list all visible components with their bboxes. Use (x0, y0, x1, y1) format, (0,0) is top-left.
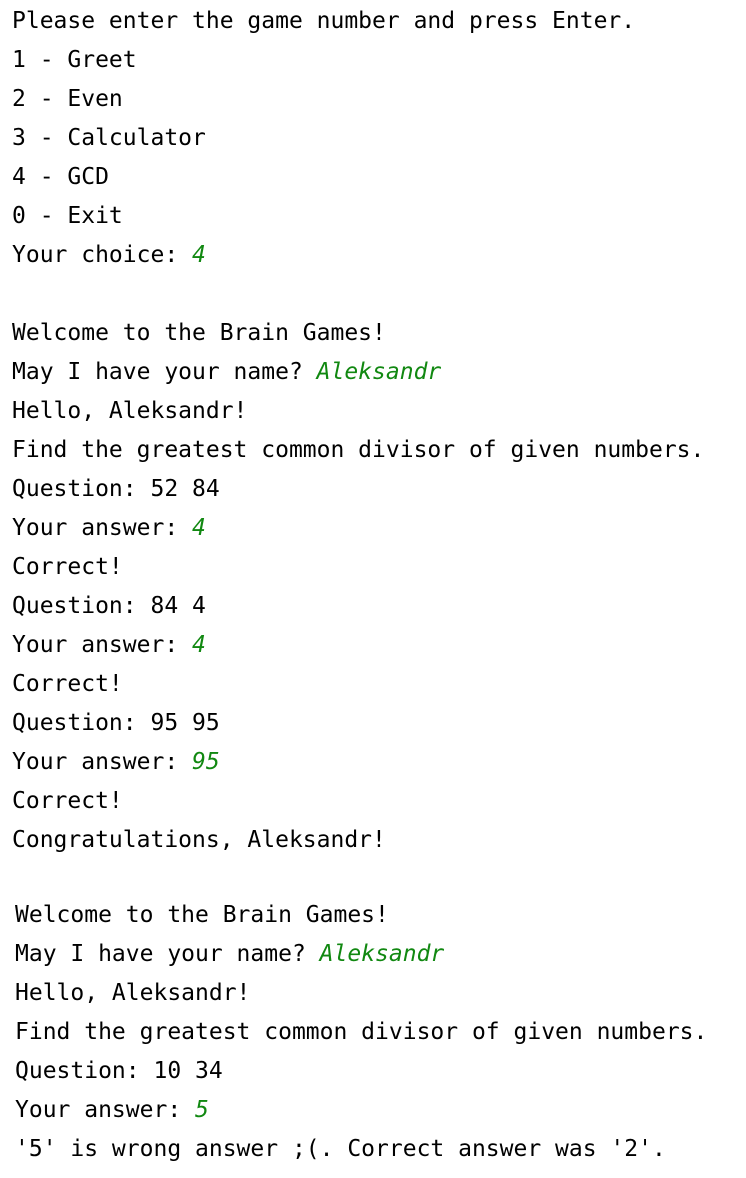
menu-option-calculator: 3 - Calculator (12, 125, 206, 151)
answer-line: Your answer: 4 (12, 509, 704, 548)
name-line: May I have your name? Aleksandr (12, 353, 704, 392)
question-text: Question: 52 84 (12, 476, 220, 502)
question-text: Question: 84 4 (12, 593, 206, 619)
choice-label: Your choice: (12, 242, 193, 268)
answer-label: Your answer: (15, 1097, 196, 1123)
answer-line: Your answer: 5 (15, 1091, 707, 1130)
name-prompt: May I have your name? (15, 941, 320, 967)
answer-label: Your answer: (12, 515, 193, 541)
question-text: Question: 10 34 (15, 1058, 223, 1084)
answer-line: Your answer: 95 (12, 743, 704, 782)
answer-label: Your answer: (12, 632, 193, 658)
rules-text: Find the greatest common divisor of give… (12, 437, 705, 463)
hello-text: Hello, Aleksandr! (12, 398, 248, 424)
menu-option-even: 2 - Even (12, 86, 123, 112)
answer-label: Your answer: (12, 749, 193, 775)
console-output-second: Welcome to the Brain Games! May I have y… (15, 896, 707, 1169)
console-output-first: Please enter the game number and press E… (12, 2, 704, 860)
welcome-text: Welcome to the Brain Games! (15, 902, 389, 928)
result-text: Correct! (12, 671, 123, 697)
name-input[interactable]: Aleksandr (320, 941, 445, 967)
menu-option-exit: 0 - Exit (12, 203, 123, 229)
congratulations-text: Congratulations, Aleksandr! (12, 827, 386, 853)
hello-text: Hello, Aleksandr! (15, 980, 251, 1006)
answer-input[interactable]: 5 (195, 1097, 209, 1123)
menu-option-greet: 1 - Greet (12, 47, 137, 73)
answer-input[interactable]: 4 (192, 515, 206, 541)
answer-input[interactable]: 95 (192, 749, 220, 775)
welcome-text: Welcome to the Brain Games! (12, 320, 386, 346)
name-line: May I have your name? Aleksandr (15, 935, 707, 974)
result-text: Correct! (12, 788, 123, 814)
answer-input[interactable]: 4 (192, 632, 206, 658)
choice-line: Your choice: 4 (12, 236, 704, 275)
menu-prompt: Please enter the game number and press E… (12, 8, 636, 34)
question-text: Question: 95 95 (12, 710, 220, 736)
name-input[interactable]: Aleksandr (317, 359, 442, 385)
menu-option-gcd: 4 - GCD (12, 164, 109, 190)
wrong-answer-text: '5' is wrong answer ;(. Correct answer w… (15, 1136, 666, 1162)
rules-text: Find the greatest common divisor of give… (15, 1019, 708, 1045)
answer-line: Your answer: 4 (12, 626, 704, 665)
result-text: Correct! (12, 554, 123, 580)
choice-input[interactable]: 4 (192, 242, 206, 268)
name-prompt: May I have your name? (12, 359, 317, 385)
